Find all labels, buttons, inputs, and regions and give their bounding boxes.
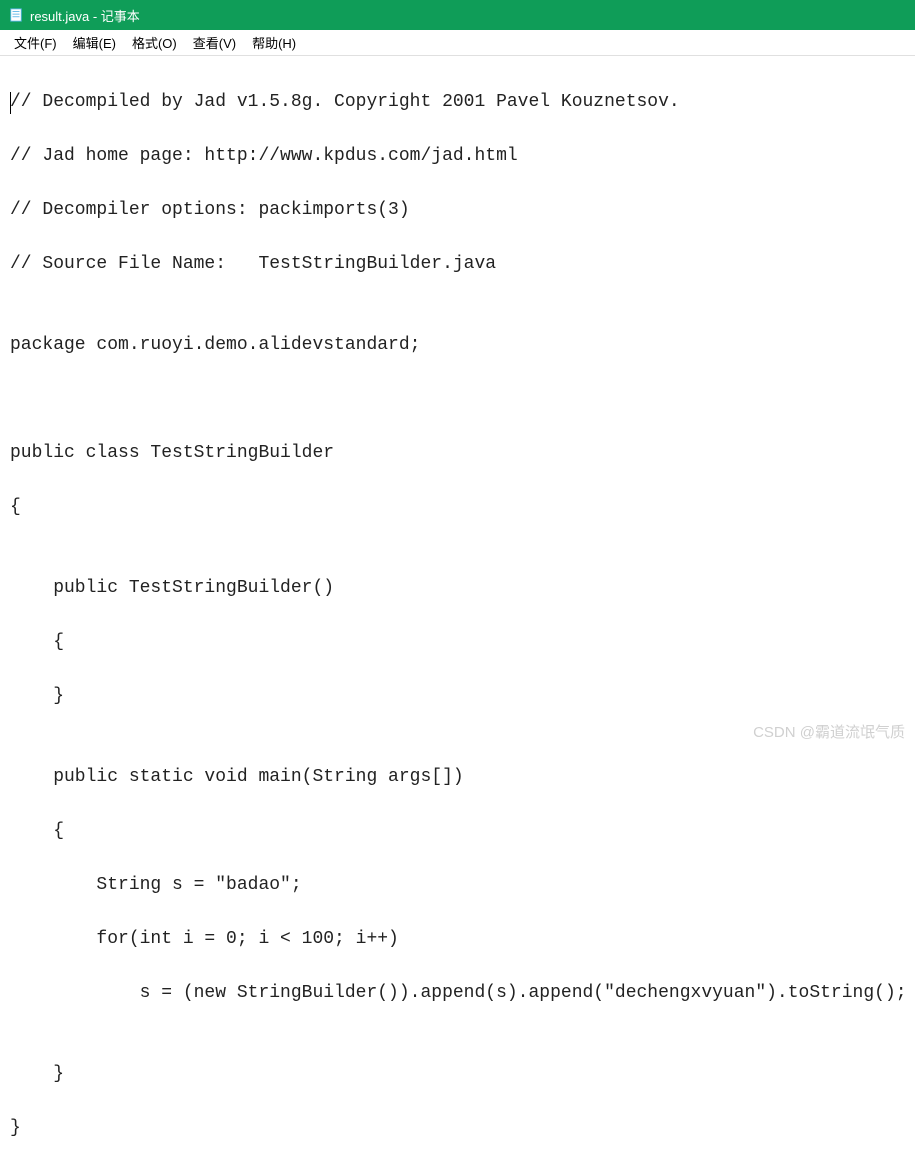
code-line: { [10,629,905,656]
code-text: // Decompiled by Jad v1.5.8g. Copyright … [10,92,680,112]
code-line: } [10,1115,905,1142]
code-line: { [10,494,905,521]
code-line: // Jad home page: http://www.kpdus.com/j… [10,143,905,170]
code-line: // Decompiler options: packimports(3) [10,197,905,224]
watermark-text: CSDN @霸道流氓气质 [753,721,905,742]
code-line: } [10,1061,905,1088]
menu-bar: 文件(F) 编辑(E) 格式(O) 查看(V) 帮助(H) [0,30,915,56]
notepad-icon [8,7,24,23]
window-title-text: result.java - 记事本 [30,6,140,25]
window-title-bar: result.java - 记事本 [0,0,915,30]
code-line: String s = "badao"; [10,872,905,899]
code-line: s = (new StringBuilder()).append(s).appe… [10,980,905,1007]
menu-file[interactable]: 文件(F) [6,31,65,54]
code-line: public TestStringBuilder() [10,575,905,602]
text-editor-area[interactable]: // Decompiled by Jad v1.5.8g. Copyright … [0,56,915,1175]
menu-help[interactable]: 帮助(H) [244,31,304,54]
code-line: public class TestStringBuilder [10,440,905,467]
code-line: { [10,818,905,845]
code-line: public static void main(String args[]) [10,764,905,791]
menu-view[interactable]: 查看(V) [185,31,244,54]
code-line: package com.ruoyi.demo.alidevstandard; [10,332,905,359]
code-line: // Decompiled by Jad v1.5.8g. Copyright … [10,89,905,116]
menu-format[interactable]: 格式(O) [124,31,185,54]
code-line: } [10,683,905,710]
code-line: // Source File Name: TestStringBuilder.j… [10,251,905,278]
menu-edit[interactable]: 编辑(E) [65,31,124,54]
code-line: for(int i = 0; i < 100; i++) [10,926,905,953]
